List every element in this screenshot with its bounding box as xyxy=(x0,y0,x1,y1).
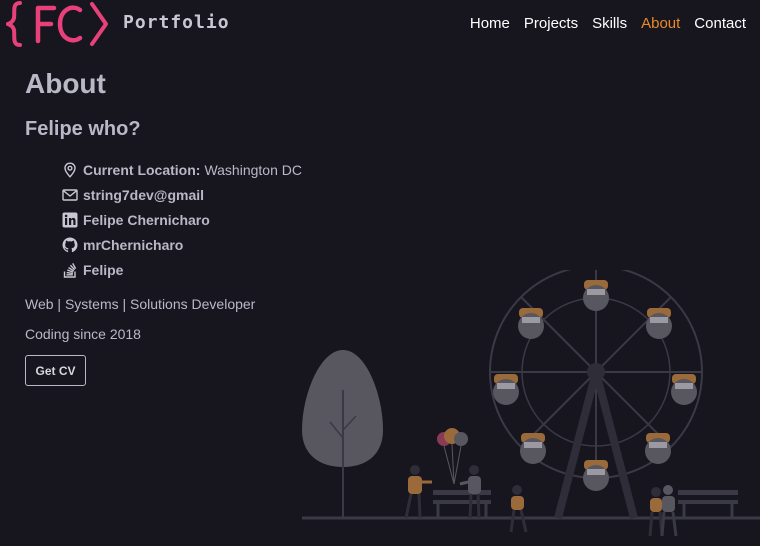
ferris-wheel-illustration xyxy=(302,270,760,537)
contact-stackoverflow-value[interactable]: Felipe xyxy=(83,262,123,278)
nav-contact[interactable]: Contact xyxy=(694,15,746,32)
contact-linkedin-value[interactable]: Felipe Chernicharo xyxy=(83,212,210,228)
contact-location-label: Current Location: xyxy=(83,161,201,178)
contact-location-value: Washington DC xyxy=(204,161,302,178)
section-subtitle: Felipe who? xyxy=(25,118,141,140)
contact-location: Current Location: Washington DC xyxy=(62,157,302,182)
contact-github-value[interactable]: mrChernicharo xyxy=(83,237,183,253)
contact-linkedin[interactable]: Felipe Chernicharo xyxy=(62,207,302,232)
contact-list: Current Location: Washington DC string7d… xyxy=(62,157,302,282)
contact-github[interactable]: mrChernicharo xyxy=(62,232,302,257)
contact-email-value[interactable]: string7dev@gmail xyxy=(83,187,204,203)
brand-title: Portfolio xyxy=(123,12,230,33)
nav-about[interactable]: About xyxy=(641,15,680,32)
coding-since: Coding since 2018 xyxy=(25,326,141,342)
location-pin-icon xyxy=(64,161,76,178)
contact-stackoverflow[interactable]: Felipe xyxy=(62,257,302,282)
nav-projects[interactable]: Projects xyxy=(524,15,578,32)
get-cv-button[interactable]: Get CV xyxy=(25,355,86,386)
github-icon xyxy=(62,237,78,252)
tagline: Web | Systems | Solutions Developer xyxy=(25,296,256,312)
contact-email[interactable]: string7dev@gmail xyxy=(62,182,302,207)
header: Portfolio Home Projects Skills About Con… xyxy=(0,0,760,50)
main-nav: Home Projects Skills About Contact xyxy=(470,15,746,32)
mail-icon xyxy=(62,188,78,201)
logo[interactable] xyxy=(6,0,110,48)
nav-home[interactable]: Home xyxy=(470,15,510,32)
nav-skills[interactable]: Skills xyxy=(592,15,627,32)
linkedin-icon xyxy=(62,212,78,227)
page-title: About xyxy=(25,68,106,99)
stackoverflow-icon xyxy=(63,262,77,278)
